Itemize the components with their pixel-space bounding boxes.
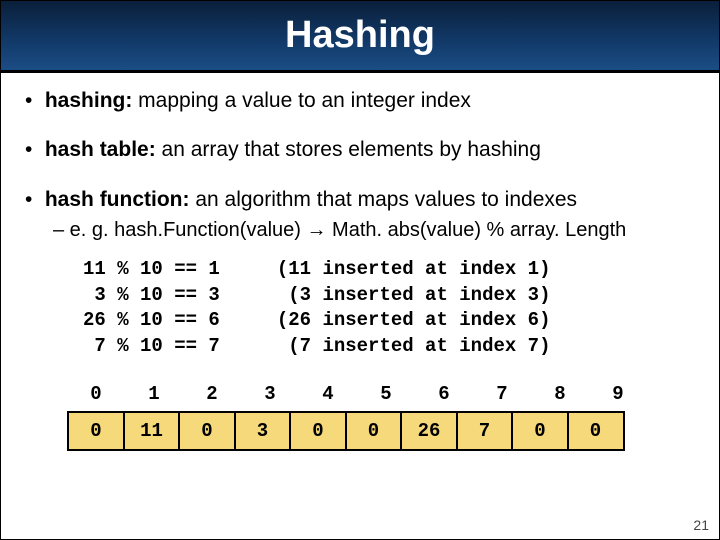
bullet-dot-icon: • (25, 186, 39, 213)
value-cell: 3 (234, 411, 292, 451)
bullet-dot-icon: • (25, 136, 39, 163)
index-cell: 3 (241, 377, 299, 411)
index-cell: 7 (473, 377, 531, 411)
bullet-hash-table: • hash table: an array that stores eleme… (25, 136, 695, 163)
value-cell: 0 (345, 411, 403, 451)
value-row: 0 11 0 3 0 0 26 7 0 0 (67, 411, 695, 451)
value-cell: 0 (178, 411, 236, 451)
bullet-hash-function: • hash function: an algorithm that maps … (25, 186, 695, 213)
desc-hash-table: an array that stores elements by hashing (156, 138, 541, 161)
index-cell: 1 (125, 377, 183, 411)
value-cell: 26 (400, 411, 458, 451)
sub-suffix: Math. abs(value) % array. Length (326, 219, 626, 241)
value-cell: 0 (567, 411, 625, 451)
hash-table-visual: 0 1 2 3 4 5 6 7 8 9 0 11 0 3 0 0 26 7 0 (67, 377, 695, 451)
value-cell: 0 (289, 411, 347, 451)
desc-hashing: mapping a value to an integer index (132, 89, 471, 112)
index-cell: 0 (67, 377, 125, 411)
index-cell: 6 (415, 377, 473, 411)
page-number: 21 (693, 517, 709, 533)
arrow-icon: → (306, 219, 326, 241)
slide: Hashing • hashing: mapping a value to an… (0, 0, 720, 540)
bullet-dot-icon: • (25, 87, 39, 114)
bullet-hashing: • hashing: mapping a value to an integer… (25, 87, 695, 114)
index-cell: 8 (531, 377, 589, 411)
index-cell: 4 (299, 377, 357, 411)
index-cell: 5 (357, 377, 415, 411)
index-cell: 2 (183, 377, 241, 411)
sub-prefix: – e. g. hash.Function(value) (53, 219, 306, 241)
value-cell: 0 (511, 411, 569, 451)
term-hash-function: hash function: (45, 188, 190, 211)
value-cell: 0 (67, 411, 125, 451)
sub-bullet-example: – e. g. hash.Function(value) → Math. abs… (53, 217, 695, 243)
index-cell: 9 (589, 377, 647, 411)
value-cell: 11 (123, 411, 181, 451)
index-row: 0 1 2 3 4 5 6 7 8 9 (67, 377, 695, 411)
value-cell: 7 (456, 411, 514, 451)
term-hashing: hashing: (45, 89, 133, 112)
title-bar: Hashing (1, 1, 719, 73)
desc-hash-function: an algorithm that maps values to indexes (190, 188, 578, 211)
term-hash-table: hash table: (45, 138, 156, 161)
code-examples: 11 % 10 == 1 (11 inserted at index 1) 3 … (83, 257, 695, 360)
content-area: • hashing: mapping a value to an integer… (1, 73, 719, 451)
slide-title: Hashing (285, 14, 435, 57)
